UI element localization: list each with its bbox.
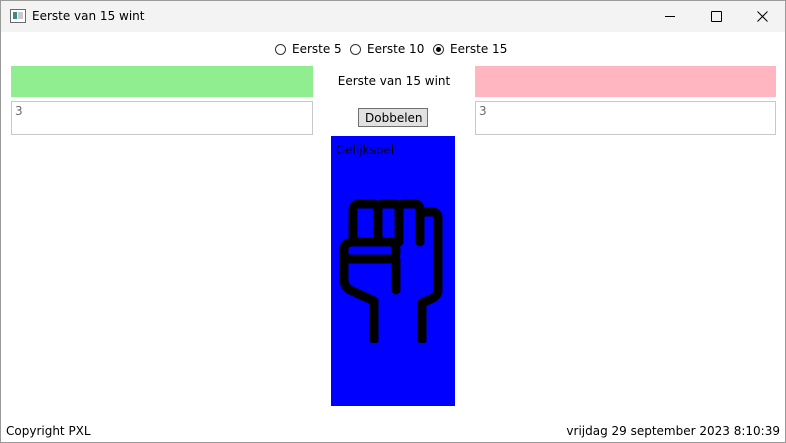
radio-label: Eerste 5 [292, 42, 342, 56]
dice-button[interactable]: Dobbelen [358, 108, 428, 127]
left-player-bar [11, 66, 313, 97]
left-score-textbox[interactable]: 3 [11, 101, 313, 135]
title-bar[interactable]: Eerste van 15 wint [1, 1, 785, 32]
minimize-icon [665, 16, 675, 17]
right-score-textbox[interactable]: 3 [475, 101, 776, 135]
close-icon [757, 11, 768, 22]
close-button[interactable] [739, 1, 785, 32]
radio-circle-icon [433, 43, 444, 55]
copyright-text: Copyright PXL [6, 424, 91, 438]
radio-eerste-10[interactable]: Eerste 10 [350, 40, 424, 58]
radio-eerste-5[interactable]: Eerste 5 [275, 40, 342, 58]
radio-label: Eerste 15 [450, 42, 508, 56]
window-title: Eerste van 15 wint [32, 9, 145, 23]
maximize-button[interactable] [693, 1, 739, 32]
radio-label: Eerste 10 [367, 42, 425, 56]
app-icon [10, 9, 26, 23]
maximize-icon [711, 11, 722, 22]
app-window: Eerste van 15 wint Eerste 5 Eerste 10 Ee… [0, 0, 786, 443]
minimize-button[interactable] [647, 1, 693, 32]
right-player-bar [475, 66, 776, 97]
datetime-text: vrijdag 29 september 2023 8:10:39 [566, 424, 780, 438]
fist-icon [339, 199, 443, 343]
result-label: Gelijkspel [336, 143, 395, 157]
result-panel: Gelijkspel [331, 136, 455, 406]
status-label: Eerste van 15 wint [337, 74, 451, 88]
radio-circle-icon [350, 43, 361, 55]
radio-eerste-15[interactable]: Eerste 15 [433, 40, 507, 58]
radio-circle-icon [275, 43, 286, 55]
target-radio-group: Eerste 5 Eerste 10 Eerste 15 [1, 40, 785, 58]
